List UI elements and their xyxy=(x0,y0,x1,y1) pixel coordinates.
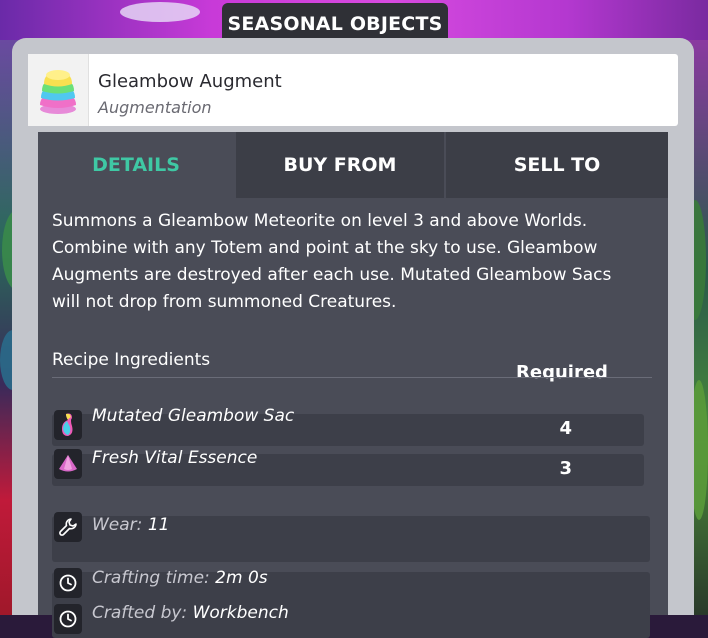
tab-bar: DETAILS BUY FROM SELL TO xyxy=(38,132,668,198)
wear-text: Wear: 11 xyxy=(92,515,169,535)
item-header: Gleambow Augment Augmentation xyxy=(28,54,678,126)
crafted-by-label: Crafted by: xyxy=(92,603,188,623)
clock-icon xyxy=(59,610,77,628)
details-content: DETAILS BUY FROM SELL TO Summons a Gleam… xyxy=(38,132,668,638)
ingredient-row: Fresh Vital Essence 3 xyxy=(52,448,644,486)
crafted-by-row: Crafted by: Workbench xyxy=(52,603,650,638)
vital-essence-icon xyxy=(59,455,77,472)
gleambow-sac-icon xyxy=(62,413,73,436)
stat-icon-slot xyxy=(54,512,82,542)
ingredient-name: Fresh Vital Essence xyxy=(92,448,258,468)
item-name: Gleambow Augment xyxy=(98,71,282,92)
wear-label: Wear: xyxy=(92,515,143,535)
wrench-icon xyxy=(59,518,77,536)
clock-icon xyxy=(59,574,77,592)
tab-sell-to[interactable]: SELL TO xyxy=(446,132,668,198)
crafting-time-label: Crafting time: xyxy=(92,568,210,588)
item-info-panel: Gleambow Augment Augmentation DETAILS BU… xyxy=(12,38,694,638)
ingredient-qty: 3 xyxy=(559,458,572,479)
crafting-time-text: Crafting time: 2m 0s xyxy=(92,568,268,588)
crafted-by-value: Workbench xyxy=(192,603,289,623)
gleambow-augment-icon xyxy=(40,70,76,114)
item-icon-slot xyxy=(28,54,89,126)
wear-value: 11 xyxy=(147,515,170,535)
ingredient-row: Mutated Gleambow Sac 4 xyxy=(52,406,644,446)
crafting-time-value: 2m 0s xyxy=(215,568,268,588)
stat-icon-slot xyxy=(54,568,82,598)
recipe-ingredients-label: Recipe Ingredients xyxy=(52,350,211,370)
item-type: Augmentation xyxy=(98,98,212,117)
tab-buy-from[interactable]: BUY FROM xyxy=(236,132,446,198)
required-label: Required xyxy=(516,362,608,383)
ingredient-name: Mutated Gleambow Sac xyxy=(92,406,295,426)
item-description: Summons a Gleambow Meteorite on level 3 … xyxy=(52,211,612,312)
divider xyxy=(52,377,652,378)
ingredient-icon-slot xyxy=(54,449,82,479)
stat-icon-slot xyxy=(54,604,82,634)
ingredient-qty: 4 xyxy=(559,418,572,439)
tab-details[interactable]: DETAILS xyxy=(38,132,236,198)
foliage xyxy=(120,2,200,22)
ingredient-icon-slot xyxy=(54,410,82,440)
crafted-by-text: Crafted by: Workbench xyxy=(92,603,289,623)
wear-row: Wear: 11 xyxy=(52,512,650,562)
